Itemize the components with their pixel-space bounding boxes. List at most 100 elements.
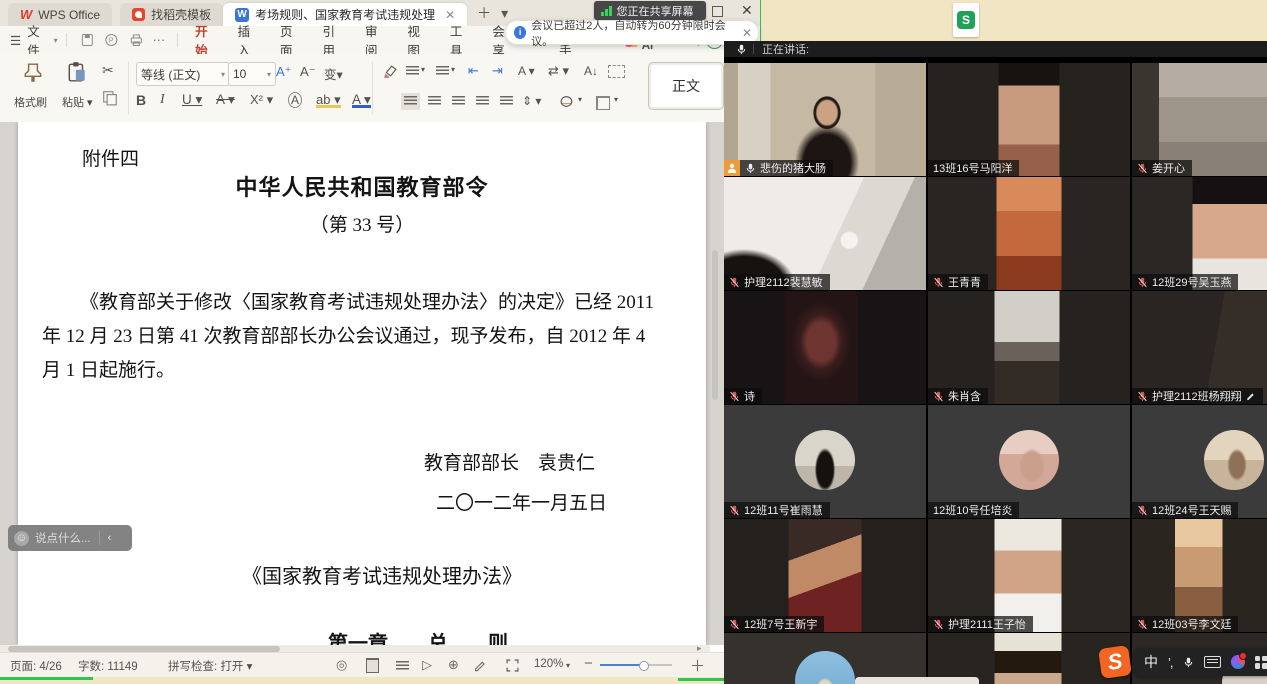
new-tab-button[interactable]: ＋	[477, 3, 491, 23]
mic-muted-icon	[729, 391, 740, 402]
print-icon[interactable]	[129, 33, 144, 47]
ime-punctuation-icon[interactable]: ’,	[1168, 655, 1173, 670]
format-painter-label[interactable]: 格式刷	[14, 94, 47, 110]
vertical-scrollbar[interactable]	[712, 248, 719, 645]
mic-muted-icon	[729, 505, 740, 516]
window-restore-button[interactable]	[712, 6, 723, 17]
meeting-chat-pill[interactable]: ☺ 说点什么... ‹	[8, 525, 132, 551]
toast-close-icon[interactable]: ✕	[742, 26, 752, 40]
zoom-slider[interactable]	[600, 664, 672, 666]
edit-name-pencil-icon[interactable]	[1246, 391, 1256, 401]
save-icon[interactable]	[80, 33, 95, 47]
host-badge-icon	[724, 160, 740, 176]
align-center-icon[interactable]	[428, 96, 441, 107]
chat-placeholder[interactable]: 说点什么...	[35, 530, 91, 546]
paste-label[interactable]: 粘贴 ▾	[62, 94, 93, 110]
superscript-icon[interactable]: X² ▾	[250, 92, 273, 108]
document-area[interactable]: 附件四 中华人民共和国教育部令 （第 33 号） 《教育部关于修改〈国家教育考试…	[0, 122, 760, 645]
play-view-icon[interactable]: ▷	[422, 657, 432, 673]
increase-indent-icon[interactable]: ⇥	[492, 63, 503, 79]
paste-icon[interactable]	[66, 61, 88, 83]
ime-toolbox-icon[interactable]	[1255, 656, 1267, 669]
outline-view-icon[interactable]	[396, 661, 409, 672]
page-view-icon[interactable]	[366, 658, 379, 673]
window-close-button[interactable]: ✕	[741, 2, 753, 19]
video-tile[interactable]: 朱肖含	[928, 291, 1130, 404]
zoom-level[interactable]: 120%	[534, 658, 563, 670]
show-marks-icon[interactable]	[608, 65, 625, 78]
video-tile[interactable]: 12班03号李文廷	[1132, 519, 1267, 632]
vertical-scroll-thumb[interactable]	[712, 250, 718, 400]
font-name-select[interactable]: 等线 (正文)▾	[136, 62, 230, 86]
char-scale-icon[interactable]: A ▾	[518, 64, 535, 78]
copy-icon[interactable]	[102, 90, 118, 106]
emoji-icon[interactable]: ☺	[14, 531, 29, 546]
video-tile[interactable]: 王青青	[928, 177, 1130, 290]
align-left-icon[interactable]	[404, 96, 417, 107]
tab-list-caret[interactable]: ▾	[501, 5, 508, 22]
shading-icon[interactable]	[560, 95, 575, 108]
sort-icon[interactable]: A↓	[584, 64, 598, 78]
align-justify-icon[interactable]	[476, 96, 489, 107]
document-page[interactable]: 附件四 中华人民共和国教育部令 （第 33 号） 《教育部关于修改〈国家教育考试…	[18, 122, 706, 645]
zoom-out-button[interactable]: −	[584, 655, 593, 672]
zoom-slider-knob[interactable]	[639, 661, 649, 671]
video-tile[interactable]: 12班11号崔雨慧	[724, 405, 926, 518]
bold-icon[interactable]: B	[136, 92, 146, 108]
strikethrough-icon[interactable]: A ▾	[216, 92, 235, 108]
decrease-indent-icon[interactable]: ⇤	[468, 63, 479, 79]
text-direction-icon[interactable]: ⇄ ▾	[548, 63, 569, 79]
desktop-spreadsheet-file-icon[interactable]: S	[953, 3, 979, 37]
bullet-list-icon[interactable]	[406, 66, 419, 77]
export-pdf-icon[interactable]: P	[104, 33, 119, 47]
video-tile[interactable]: 诗	[724, 291, 926, 404]
underline-icon[interactable]: U ▾	[182, 92, 202, 108]
zoom-in-button[interactable]: ＋	[690, 655, 705, 676]
font-color-icon[interactable]: A ▾	[352, 92, 371, 108]
format-painter-icon[interactable]	[22, 62, 44, 84]
web-layout-icon[interactable]: ⊕	[448, 657, 459, 673]
highlight-color-icon[interactable]: ab ▾	[316, 92, 341, 108]
align-right-icon[interactable]	[452, 96, 465, 107]
video-tile[interactable]: 护理2112班杨翔翔	[1132, 291, 1267, 404]
decrease-font-icon[interactable]: A⁻	[300, 64, 316, 80]
increase-font-icon[interactable]: A⁺	[276, 64, 292, 80]
ime-skin-icon[interactable]	[1231, 655, 1245, 669]
borders-icon[interactable]	[596, 96, 610, 110]
hamburger-icon[interactable]: ☰	[10, 33, 21, 48]
font-size-select[interactable]: 10▾	[228, 62, 276, 86]
line-spacing-icon[interactable]: ⇕ ▾	[522, 94, 541, 108]
sogou-ime-bar[interactable]: S 中 ’,	[1100, 646, 1267, 678]
spell-check-status[interactable]: 拼写检查: 打开 ▾	[168, 658, 252, 674]
video-tile[interactable]: 姜开心	[1132, 63, 1267, 176]
video-tile[interactable]: 13班16号马阳洋	[928, 63, 1130, 176]
close-tab-icon[interactable]: ✕	[445, 8, 455, 22]
sogou-logo-icon[interactable]: S	[1098, 645, 1132, 679]
ime-chinese-mode[interactable]: 中	[1144, 652, 1158, 672]
video-tile[interactable]: 12班24号王天赐	[1132, 405, 1267, 518]
numbered-list-icon[interactable]	[436, 66, 449, 77]
focus-mode-icon[interactable]: ◎	[336, 657, 347, 673]
participant-name-label: 12班10号任培炎	[928, 502, 1019, 518]
ime-voice-icon[interactable]	[1183, 657, 1194, 668]
ime-keyboard-icon[interactable]	[1204, 656, 1221, 668]
align-distribute-icon[interactable]	[500, 96, 513, 107]
video-tile[interactable]: 护理2111王子怡	[928, 519, 1130, 632]
video-tile[interactable]: 12班10号任培炎	[928, 405, 1130, 518]
wps-ribbon: 格式刷 粘贴 ▾ ✂ 等线 (正文)▾ 10▾ A⁺ A⁻ 变▾ B I U ▾…	[0, 54, 760, 123]
video-tile[interactable]: 护理2112裴慧敏	[724, 177, 926, 290]
cut-icon[interactable]: ✂	[102, 62, 114, 79]
ink-pen-icon[interactable]	[474, 659, 487, 672]
collapse-chevron-icon[interactable]: ‹	[108, 532, 112, 544]
video-tile[interactable]: 悲伤的猪大肠	[724, 63, 926, 176]
clear-format-icon[interactable]	[382, 64, 397, 79]
italic-icon[interactable]: I	[160, 92, 165, 108]
video-tile[interactable]: 12班7号王新宇	[724, 519, 926, 632]
more-tools-icon[interactable]: ···	[153, 33, 166, 47]
char-effect-icon[interactable]: 变▾	[324, 64, 343, 83]
wordart-icon[interactable]: A	[288, 92, 302, 108]
fullscreen-icon[interactable]	[506, 659, 519, 672]
tab-wps-office[interactable]: W WPS Office	[8, 3, 112, 26]
paragraph-style-box[interactable]: 正文	[648, 62, 724, 110]
video-tile[interactable]: 12班29号吴玉燕	[1132, 177, 1267, 290]
